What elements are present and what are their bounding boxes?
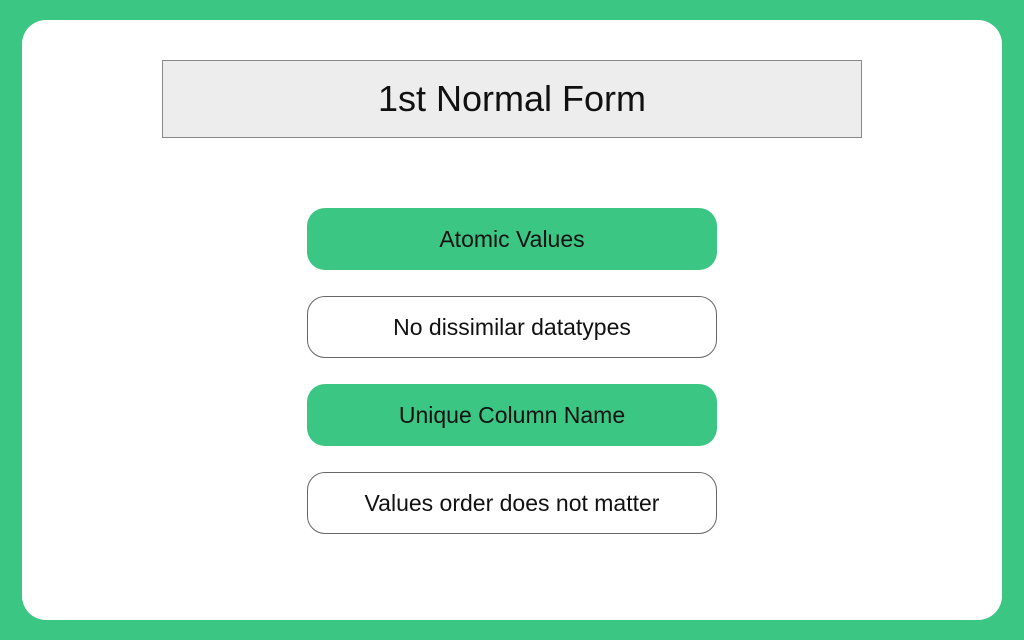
rule-label: Atomic Values [439,226,584,253]
items-list: Atomic Values No dissimilar datatypes Un… [307,208,717,534]
rule-label: No dissimilar datatypes [393,314,631,341]
title-box: 1st Normal Form [162,60,862,138]
rule-item: Atomic Values [307,208,717,270]
rule-item: Unique Column Name [307,384,717,446]
rule-label: Unique Column Name [399,402,625,429]
rule-item: No dissimilar datatypes [307,296,717,358]
rule-label: Values order does not matter [365,490,660,517]
diagram-title: 1st Normal Form [378,78,646,120]
rule-item: Values order does not matter [307,472,717,534]
diagram-card: 1st Normal Form Atomic Values No dissimi… [22,20,1002,620]
